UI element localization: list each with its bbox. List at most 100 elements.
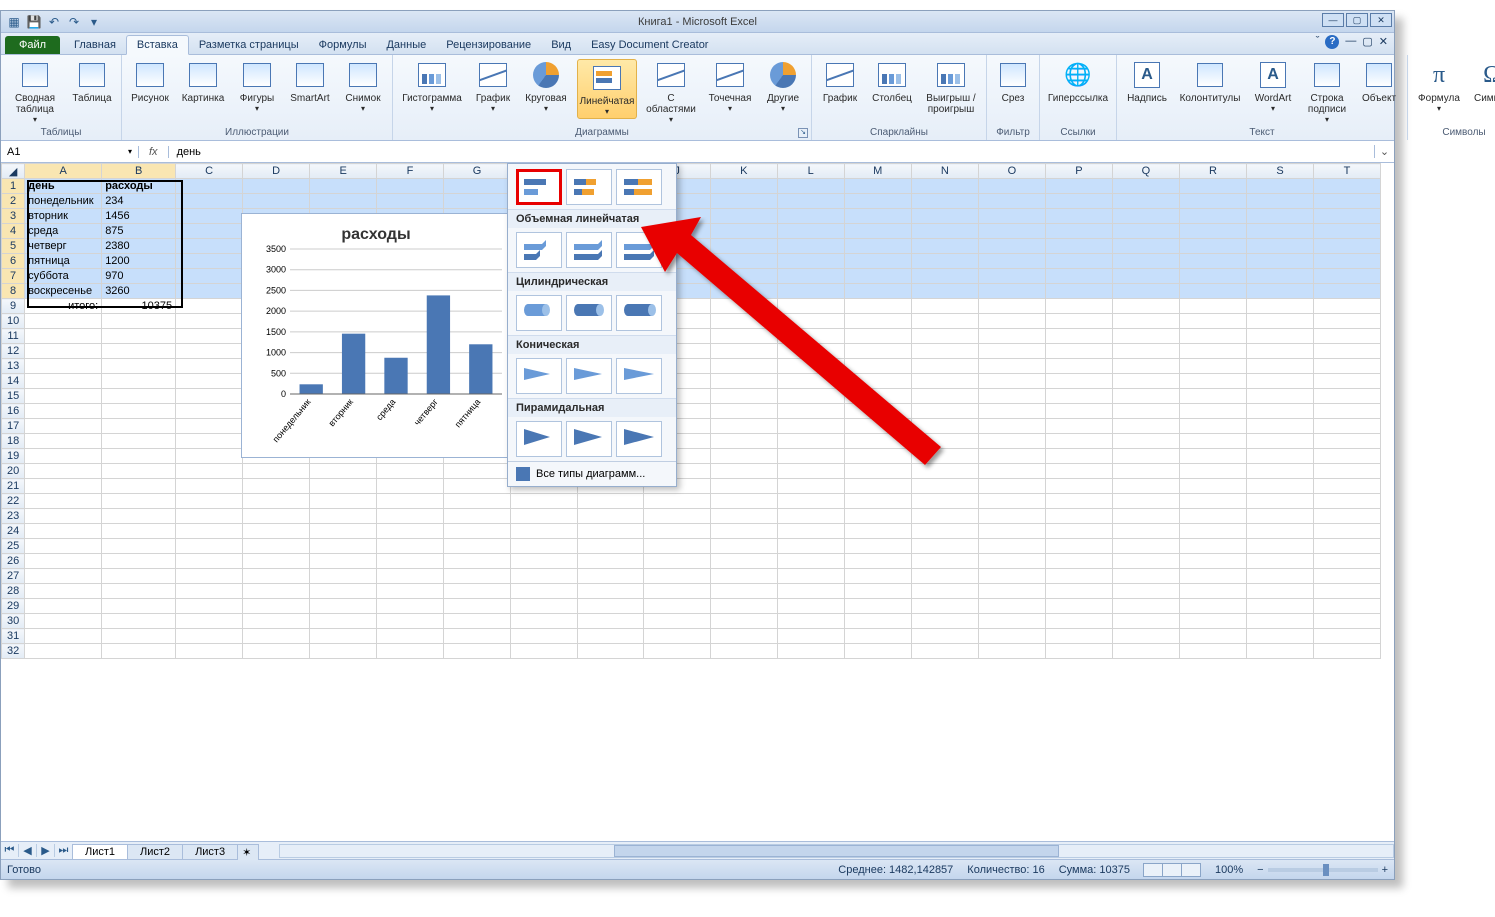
- cell-L16[interactable]: [777, 404, 844, 419]
- cell-C15[interactable]: [176, 389, 243, 404]
- line-chart-button[interactable]: График▾: [471, 59, 515, 113]
- other-charts-button[interactable]: Другие▾: [761, 59, 805, 113]
- sparkline-line-button[interactable]: График: [818, 59, 862, 104]
- gallery-item-cyl-3[interactable]: [616, 295, 662, 331]
- cell-B25[interactable]: [102, 539, 176, 554]
- cell-S1[interactable]: [1247, 179, 1314, 194]
- row-header-14[interactable]: 14: [2, 374, 25, 389]
- cell-P17[interactable]: [1045, 419, 1112, 434]
- cell-G23[interactable]: [443, 509, 510, 524]
- cell-O13[interactable]: [978, 359, 1045, 374]
- cell-O9[interactable]: [978, 299, 1045, 314]
- cell-S2[interactable]: [1247, 194, 1314, 209]
- gallery-item-100stacked-bar[interactable]: [616, 169, 662, 205]
- cell-O11[interactable]: [978, 329, 1045, 344]
- cell-J24[interactable]: [644, 524, 711, 539]
- cell-F27[interactable]: [377, 569, 444, 584]
- cell-B1[interactable]: расходы: [102, 179, 176, 194]
- cell-S7[interactable]: [1247, 269, 1314, 284]
- cell-K17[interactable]: [710, 419, 777, 434]
- cell-Q24[interactable]: [1112, 524, 1179, 539]
- cell-Q26[interactable]: [1112, 554, 1179, 569]
- cell-Q19[interactable]: [1112, 449, 1179, 464]
- cell-T20[interactable]: [1313, 464, 1380, 479]
- help-icon[interactable]: ?: [1325, 35, 1339, 49]
- cell-F23[interactable]: [377, 509, 444, 524]
- cell-D30[interactable]: [243, 614, 310, 629]
- cell-A1[interactable]: день: [25, 179, 102, 194]
- cell-S18[interactable]: [1247, 434, 1314, 449]
- cell-G30[interactable]: [443, 614, 510, 629]
- cell-M3[interactable]: [844, 209, 911, 224]
- cell-L31[interactable]: [777, 629, 844, 644]
- cell-D29[interactable]: [243, 599, 310, 614]
- gallery-item-cyl-2[interactable]: [566, 295, 612, 331]
- cell-L24[interactable]: [777, 524, 844, 539]
- cell-K8[interactable]: [710, 284, 777, 299]
- cell-T9[interactable]: [1313, 299, 1380, 314]
- cell-I30[interactable]: [578, 614, 644, 629]
- cell-O10[interactable]: [978, 314, 1045, 329]
- cell-C20[interactable]: [176, 464, 243, 479]
- cell-A32[interactable]: [25, 644, 102, 659]
- cell-N8[interactable]: [911, 284, 978, 299]
- table-button[interactable]: Таблица: [69, 59, 115, 104]
- cell-C32[interactable]: [176, 644, 243, 659]
- cell-R5[interactable]: [1180, 239, 1247, 254]
- cell-G26[interactable]: [443, 554, 510, 569]
- cell-S17[interactable]: [1247, 419, 1314, 434]
- cell-L6[interactable]: [777, 254, 844, 269]
- name-box[interactable]: A1▾: [1, 146, 139, 158]
- cell-M1[interactable]: [844, 179, 911, 194]
- cell-T28[interactable]: [1313, 584, 1380, 599]
- new-sheet-button[interactable]: ✶: [237, 844, 259, 860]
- cell-B3[interactable]: 1456: [102, 209, 176, 224]
- cell-R11[interactable]: [1180, 329, 1247, 344]
- cell-F25[interactable]: [377, 539, 444, 554]
- column-header-N[interactable]: N: [911, 164, 978, 179]
- cell-M9[interactable]: [844, 299, 911, 314]
- row-header-5[interactable]: 5: [2, 239, 25, 254]
- cell-L26[interactable]: [777, 554, 844, 569]
- cell-I29[interactable]: [578, 599, 644, 614]
- cell-T16[interactable]: [1313, 404, 1380, 419]
- cell-K12[interactable]: [710, 344, 777, 359]
- cell-F2[interactable]: [377, 194, 444, 209]
- cell-N22[interactable]: [911, 494, 978, 509]
- column-header-K[interactable]: K: [710, 164, 777, 179]
- cell-G21[interactable]: [443, 479, 510, 494]
- cell-H32[interactable]: [511, 644, 578, 659]
- cell-O29[interactable]: [978, 599, 1045, 614]
- cell-G29[interactable]: [443, 599, 510, 614]
- cell-I32[interactable]: [578, 644, 644, 659]
- cell-P12[interactable]: [1045, 344, 1112, 359]
- cell-N20[interactable]: [911, 464, 978, 479]
- cell-I31[interactable]: [578, 629, 644, 644]
- cell-M8[interactable]: [844, 284, 911, 299]
- cell-N10[interactable]: [911, 314, 978, 329]
- cell-N6[interactable]: [911, 254, 978, 269]
- cell-L27[interactable]: [777, 569, 844, 584]
- cell-A2[interactable]: понедельник: [25, 194, 102, 209]
- tab-pagelayout[interactable]: Разметка страницы: [189, 36, 309, 54]
- cell-K23[interactable]: [710, 509, 777, 524]
- cell-O6[interactable]: [978, 254, 1045, 269]
- column-header-S[interactable]: S: [1247, 164, 1314, 179]
- cell-R28[interactable]: [1180, 584, 1247, 599]
- row-header-21[interactable]: 21: [2, 479, 25, 494]
- cell-K3[interactable]: [710, 209, 777, 224]
- cell-B9[interactable]: 10375: [102, 299, 176, 314]
- cell-N30[interactable]: [911, 614, 978, 629]
- cell-M18[interactable]: [844, 434, 911, 449]
- gallery-all-types[interactable]: Все типы диаграмм...: [508, 461, 676, 486]
- cell-Q9[interactable]: [1112, 299, 1179, 314]
- column-header-T[interactable]: T: [1313, 164, 1380, 179]
- sheet-tab-1[interactable]: Лист1: [72, 844, 128, 859]
- cell-K29[interactable]: [710, 599, 777, 614]
- cell-D26[interactable]: [243, 554, 310, 569]
- cell-M28[interactable]: [844, 584, 911, 599]
- cell-C25[interactable]: [176, 539, 243, 554]
- cell-H25[interactable]: [511, 539, 578, 554]
- cell-T15[interactable]: [1313, 389, 1380, 404]
- cell-Q7[interactable]: [1112, 269, 1179, 284]
